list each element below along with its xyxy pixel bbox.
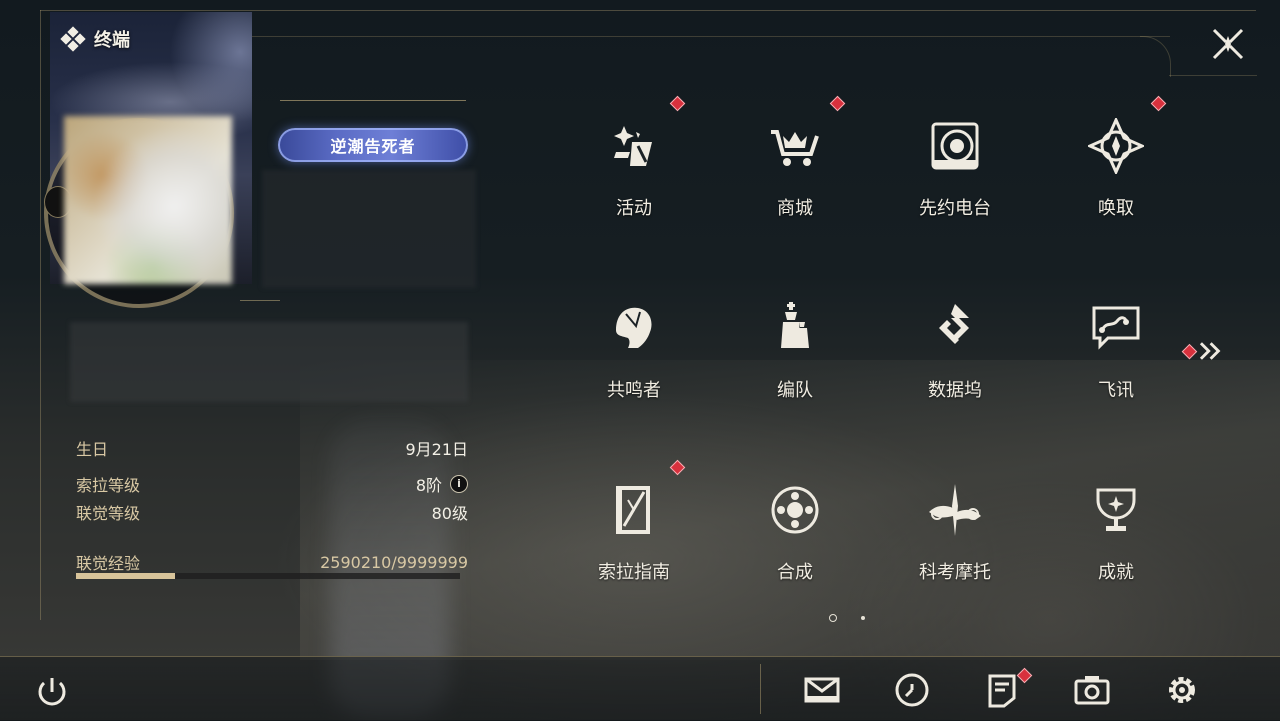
motorcycle-icon: [927, 482, 983, 538]
frame-corner: [1140, 36, 1171, 77]
data-bank-icon: [927, 300, 983, 356]
menu-item-data-bank[interactable]: 数据坞: [895, 278, 1015, 418]
menu-item-label: 先约电台: [919, 198, 991, 219]
terminal-diamond-icon: [60, 26, 86, 52]
power-button[interactable]: [32, 672, 72, 712]
info-icon[interactable]: i: [450, 475, 468, 493]
signature-blurred[interactable]: [70, 322, 468, 402]
name-divider: [280, 100, 466, 101]
menu-item-summon[interactable]: 唤取: [1056, 96, 1176, 236]
menu-item-shop[interactable]: 商城: [735, 96, 855, 236]
camera-button[interactable]: [1072, 670, 1112, 710]
stat-label: 索拉等级: [76, 476, 141, 495]
menu-item-label: 活动: [616, 198, 652, 219]
guide-icon: [606, 482, 662, 538]
stat-label: 联觉等级: [76, 504, 141, 523]
menu-item-label: 唤取: [1098, 198, 1134, 219]
menu-item-label: 商城: [777, 198, 813, 219]
synthesis-icon: [767, 482, 823, 538]
camera-icon: [1074, 676, 1110, 705]
menu-item-label: 飞讯: [1098, 380, 1134, 401]
menu-item-team[interactable]: 编队: [735, 278, 855, 418]
stat-union-level: 联觉等级 80级: [76, 500, 468, 524]
frame-line-right: [1169, 75, 1257, 76]
player-name-blurred: [262, 170, 476, 288]
stat-value: 80级: [431, 504, 468, 523]
close-button[interactable]: [1206, 22, 1250, 66]
team-icon: [767, 300, 823, 356]
profile-divider: [240, 300, 280, 301]
avatar[interactable]: [64, 116, 232, 284]
events-clock-button[interactable]: [892, 670, 932, 710]
title-badge-text: 逆潮告死者: [330, 137, 416, 156]
menu-item-radio[interactable]: 先约电台: [895, 96, 1015, 236]
activity-icon: [606, 118, 662, 174]
title-badge[interactable]: 逆潮告死者: [278, 128, 468, 162]
stat-value: 9月21日: [405, 440, 468, 459]
notice-button[interactable]: [982, 670, 1022, 710]
menu-item-label: 合成: [777, 562, 813, 583]
menu-item-resonators[interactable]: 共鸣者: [574, 278, 694, 418]
stat-label: 生日: [76, 440, 109, 459]
menu-item-label: 科考摩托: [919, 562, 991, 583]
mail-button[interactable]: [802, 670, 842, 710]
power-icon: [38, 678, 66, 706]
menu-item-sol-guide[interactable]: 索拉指南: [574, 460, 694, 600]
exp-progress-fill: [76, 573, 176, 579]
frame-line-left: [40, 10, 41, 620]
notice-icon: [988, 674, 1016, 708]
achievement-icon: [1088, 482, 1144, 538]
stat-value: 8阶: [415, 476, 442, 495]
page-indicator-2[interactable]: [861, 616, 865, 620]
next-page-button[interactable]: [1180, 340, 1222, 362]
mail-icon: [804, 677, 840, 703]
radio-icon: [927, 118, 983, 174]
stat-value-wrap: 8阶 i: [416, 472, 468, 496]
stat-value: 2590210/9999999: [320, 552, 468, 572]
frame-line-top: [40, 10, 1256, 11]
page-title-text: 终端: [94, 30, 130, 51]
stat-label: 联觉经验: [76, 554, 141, 573]
page-indicator-1[interactable]: [829, 614, 837, 622]
menu-item-label: 共鸣者: [607, 380, 661, 401]
double-chevron-right-icon: [1199, 342, 1221, 360]
menu-item-achievement[interactable]: 成就: [1056, 460, 1176, 600]
gear-icon: [1169, 677, 1195, 703]
menu-item-synthesis[interactable]: 合成: [735, 460, 855, 600]
page-title: 终端: [60, 26, 130, 52]
chat-icon: [1088, 300, 1144, 356]
menu-item-label: 编队: [777, 380, 813, 401]
settings-button[interactable]: [1162, 670, 1202, 710]
close-icon: [1212, 28, 1244, 60]
clock-icon: [895, 673, 929, 707]
menu-item-label: 索拉指南: [598, 562, 670, 583]
menu-item-label: 数据坞: [928, 380, 982, 401]
shop-icon: [767, 118, 823, 174]
stat-union-exp: 联觉经验 2590210/9999999: [76, 550, 468, 574]
stat-birthday: 生日 9月21日: [76, 436, 468, 460]
badge-next-page: [1181, 343, 1198, 359]
bottom-bar-separator: [760, 664, 761, 714]
menu-item-label: 成就: [1098, 562, 1134, 583]
menu-item-activity[interactable]: 活动: [574, 96, 694, 236]
frame-line-inner: [250, 36, 1170, 37]
menu-item-chat[interactable]: 飞讯: [1056, 278, 1176, 418]
resonator-icon: [606, 300, 662, 356]
summon-icon: [1086, 116, 1146, 176]
exp-progress-bar: [76, 573, 460, 579]
menu-item-motorcycle[interactable]: 科考摩托: [895, 460, 1015, 600]
stat-sol-rank: 索拉等级 8阶 i: [76, 472, 468, 496]
